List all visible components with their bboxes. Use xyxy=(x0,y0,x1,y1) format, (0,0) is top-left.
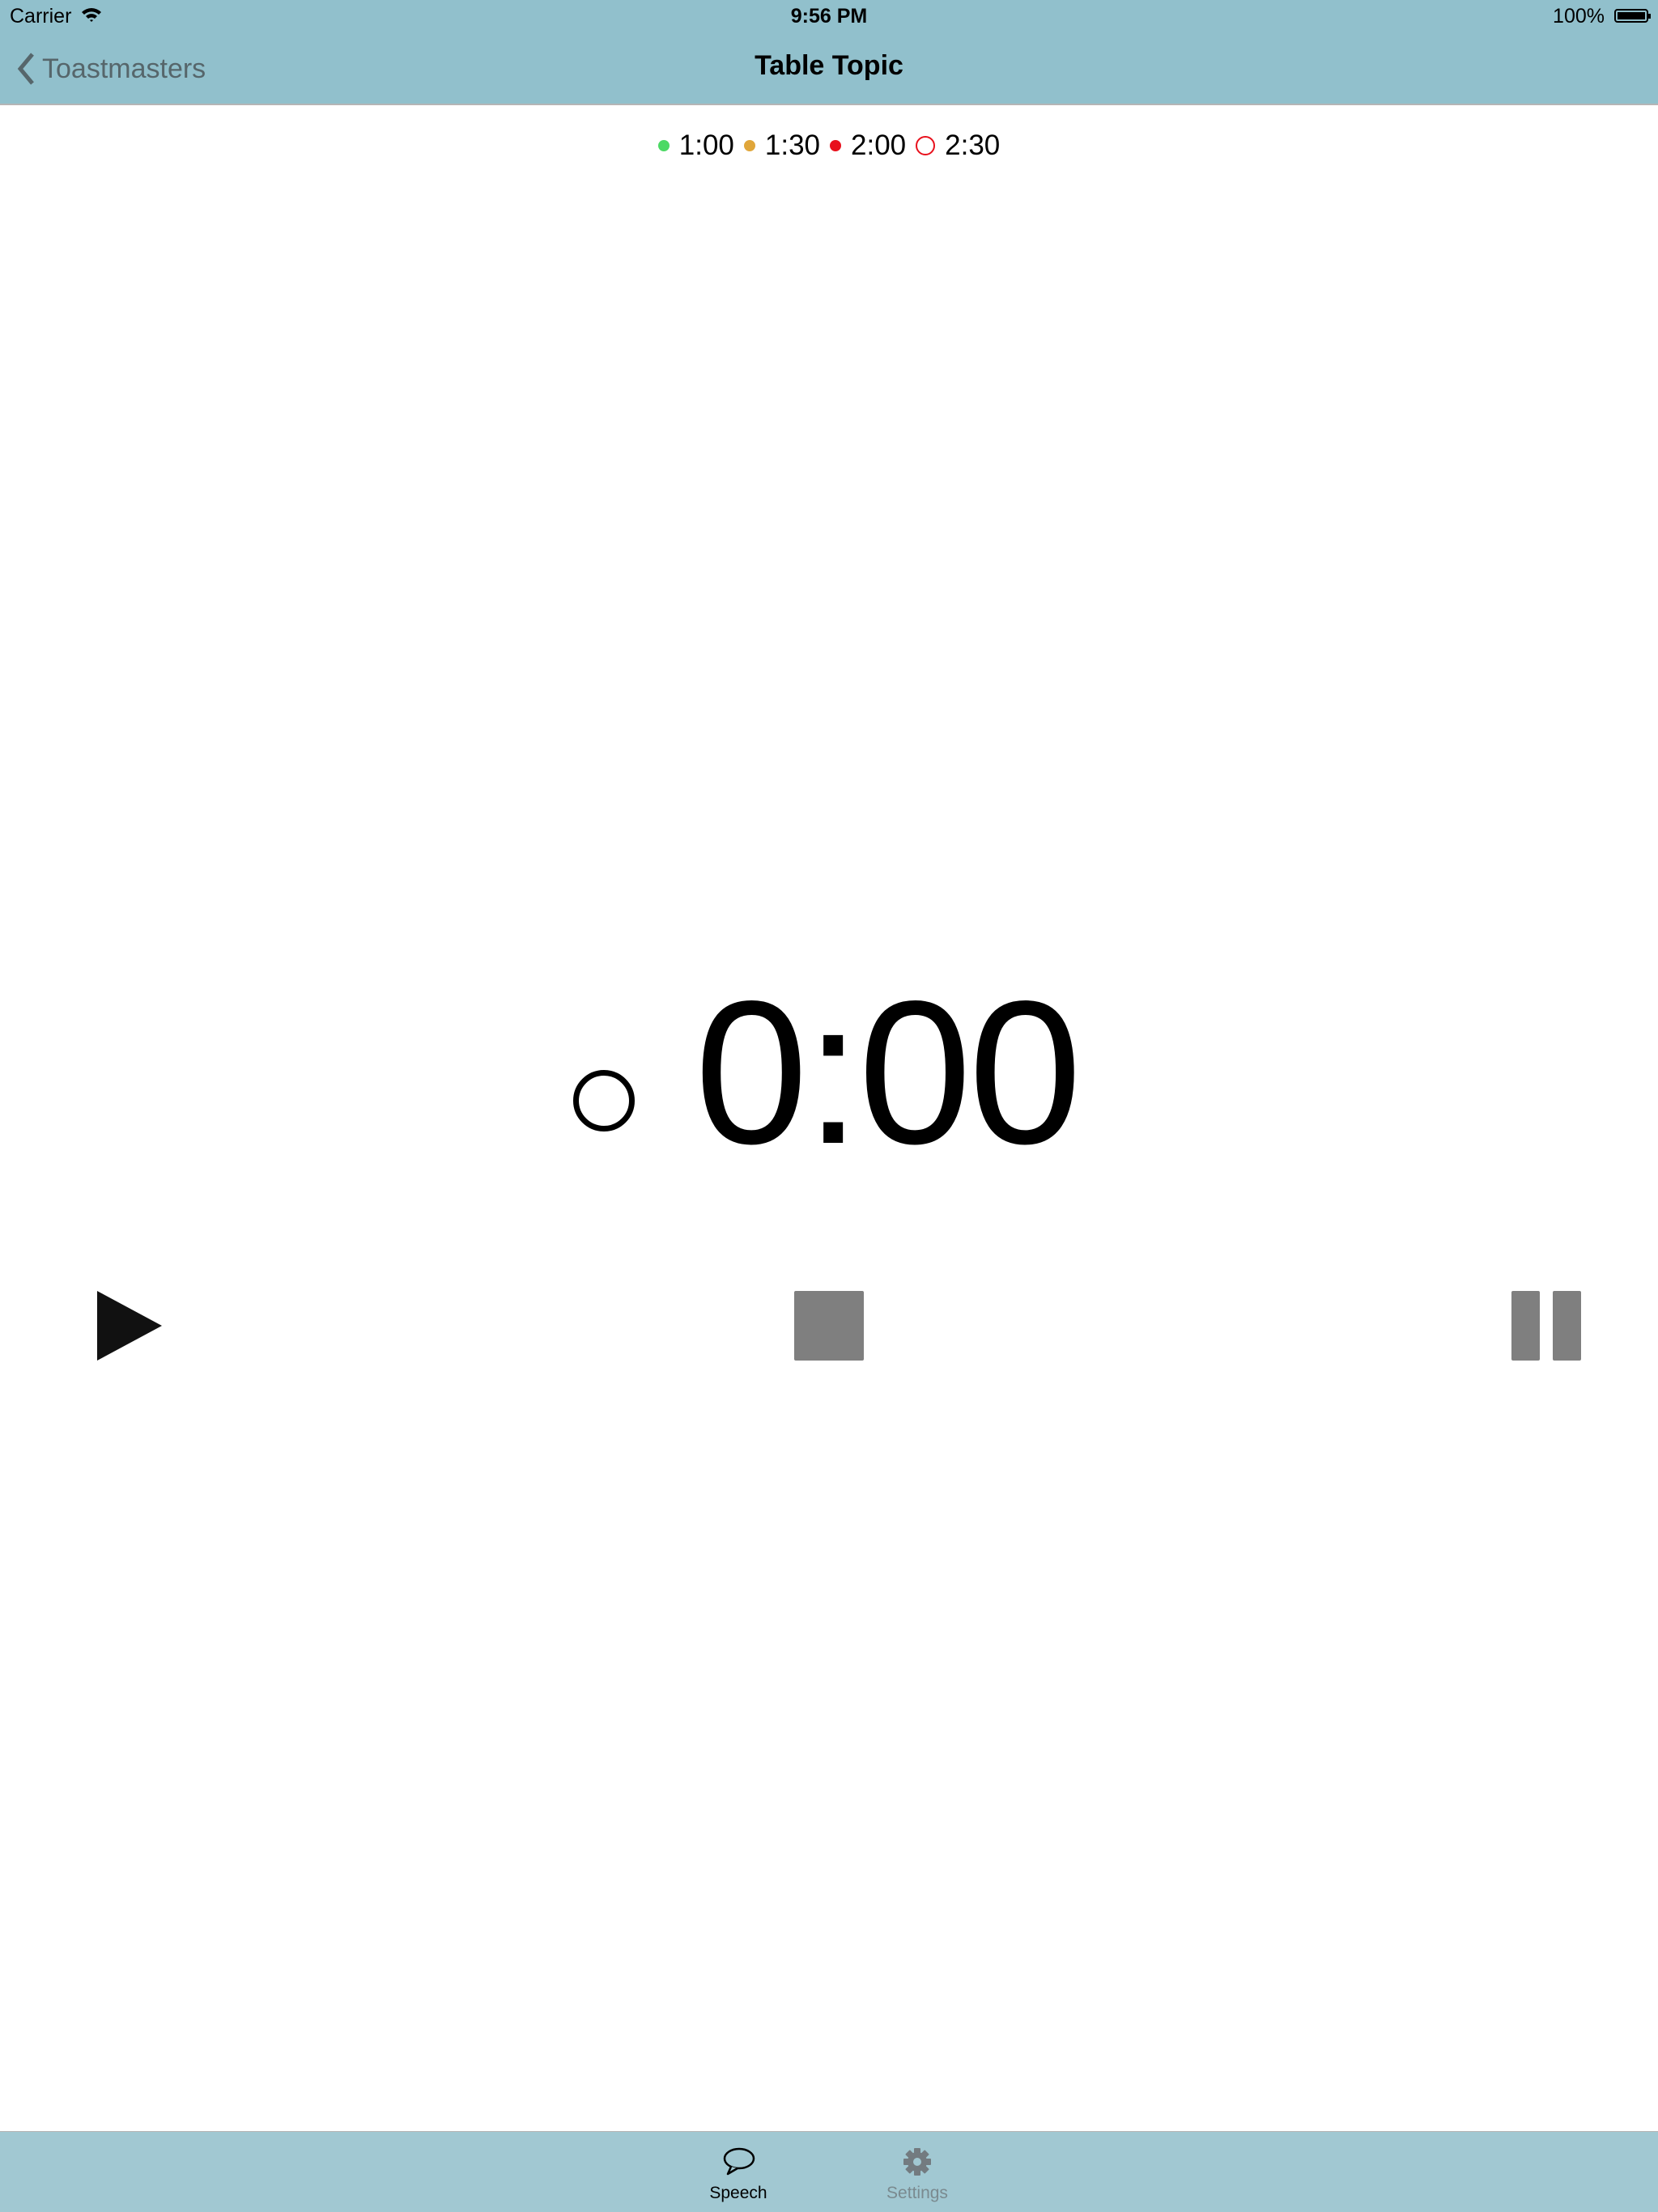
green-dot-icon xyxy=(657,140,670,151)
milestone-time: 1:00 xyxy=(678,129,734,161)
tab-bar: Speech Settings xyxy=(0,2131,1658,2212)
play-button[interactable] xyxy=(97,1291,162,1361)
milestone-overtime: 2:30 xyxy=(916,129,1000,162)
red-ring-icon xyxy=(916,136,936,155)
milestone-green: 1:00 xyxy=(657,129,734,162)
status-time: 9:56 PM xyxy=(790,5,868,28)
battery-percent: 100% xyxy=(1553,5,1605,28)
stop-button[interactable] xyxy=(794,1291,864,1361)
milestone-time: 2:30 xyxy=(945,129,1001,161)
milestone-red: 2:00 xyxy=(830,129,906,162)
page-title: Table Topic xyxy=(755,50,903,81)
tab-label: Speech xyxy=(709,2184,767,2202)
amber-dot-icon xyxy=(743,140,755,151)
tab-settings[interactable]: Settings xyxy=(836,2132,998,2212)
pause-bar-icon xyxy=(1553,1291,1581,1361)
pause-bar-icon xyxy=(1511,1291,1540,1361)
milestone-time: 1:30 xyxy=(764,129,820,161)
navigation-bar: Carrier 9:56 PM 100% Toastmasters Table … xyxy=(0,0,1658,105)
tab-label: Settings xyxy=(886,2184,948,2202)
pause-button[interactable] xyxy=(1511,1291,1581,1361)
red-dot-icon xyxy=(830,140,841,151)
milestone-legend: 1:00 1:30 2:00 2:30 xyxy=(0,129,1658,162)
speech-bubble-icon xyxy=(723,2147,755,2176)
status-circle-icon xyxy=(573,1070,635,1131)
milestone-amber: 1:30 xyxy=(743,129,820,162)
battery-icon xyxy=(1614,9,1651,23)
timer-display: 0:00 xyxy=(695,959,1082,1187)
milestone-time: 2:00 xyxy=(851,129,907,161)
gear-icon xyxy=(903,2148,931,2176)
tab-speech[interactable]: Speech xyxy=(657,2132,819,2212)
